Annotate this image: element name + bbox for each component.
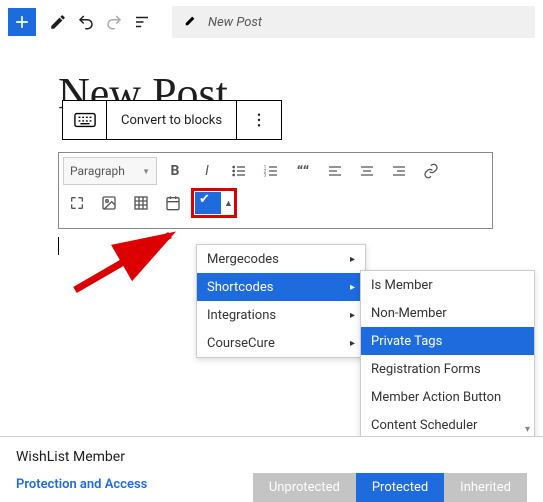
block-toolbar: Convert to blocks (62, 100, 282, 140)
insert-image-button[interactable] (95, 189, 123, 217)
wishlist-submenu: Mergecodes▸ Shortcodes▸ Integrations▸ Co… (196, 244, 366, 358)
protected-button[interactable]: Protected (356, 473, 444, 502)
keyboard-icon[interactable] (63, 101, 107, 139)
wishlist-panel: WishList Member Protection and Access Un… (0, 436, 543, 502)
undo-icon[interactable] (72, 8, 100, 36)
align-center-button[interactable] (353, 157, 381, 185)
menu-item-shortcodes[interactable]: Shortcodes▸ (197, 273, 365, 301)
redo-icon[interactable] (100, 8, 128, 36)
unprotected-button[interactable]: Unprotected (253, 473, 356, 502)
menu-item-is-member[interactable]: Is Member (361, 271, 534, 299)
edit-icon[interactable] (44, 8, 72, 36)
menu-item-content-scheduler[interactable]: Content Scheduler (361, 411, 534, 439)
menu-item-coursecure[interactable]: CourseCure▸ (197, 329, 365, 357)
quote-button[interactable]: ““ (289, 157, 317, 185)
menu-item-private-tags[interactable]: Private Tags (361, 327, 534, 355)
menu-item-mergecodes[interactable]: Mergecodes▸ (197, 245, 365, 273)
more-options-button[interactable] (237, 101, 281, 139)
bold-button[interactable]: B (161, 157, 189, 185)
add-block-button[interactable] (8, 8, 36, 36)
shortcodes-submenu: Is Member Non-Member Private Tags Regist… (360, 270, 535, 440)
menu-item-integrations[interactable]: Integrations▸ (197, 301, 365, 329)
numbered-list-button[interactable]: 123 (257, 157, 285, 185)
wishlist-menu-button[interactable]: ▲ (191, 188, 237, 218)
italic-button[interactable]: I (193, 157, 221, 185)
inherited-button[interactable]: Inherited (444, 473, 527, 502)
calendar-button[interactable] (159, 189, 187, 217)
top-toolbar: New Post (0, 0, 543, 44)
link-button[interactable] (417, 157, 445, 185)
table-button[interactable] (127, 189, 155, 217)
annotation-arrow (70, 230, 190, 300)
post-title-text: New Post (208, 15, 262, 30)
svg-text:3: 3 (264, 172, 267, 178)
pen-icon (184, 13, 198, 31)
tab-protection-access[interactable]: Protection and Access (0, 469, 163, 502)
scroll-hint-icon: ▾ (525, 424, 530, 435)
menu-item-member-action-button[interactable]: Member Action Button (361, 383, 534, 411)
paragraph-select[interactable]: Paragraph (63, 157, 157, 185)
classic-editor-toolbar: Paragraph B I 123 ““ ▲ (58, 152, 493, 229)
align-left-button[interactable] (321, 157, 349, 185)
fullscreen-button[interactable] (63, 189, 91, 217)
menu-item-non-member[interactable]: Non-Member (361, 299, 534, 327)
post-title-field[interactable]: New Post (172, 6, 535, 38)
align-right-button[interactable] (385, 157, 413, 185)
outline-icon[interactable] (128, 8, 156, 36)
bullet-list-button[interactable] (225, 157, 253, 185)
wishlist-panel-title: WishList Member (0, 437, 543, 469)
menu-item-registration-forms[interactable]: Registration Forms (361, 355, 534, 383)
editor-canvas: New Post Convert to blocks Paragraph B I… (0, 44, 543, 259)
convert-to-blocks-button[interactable]: Convert to blocks (107, 101, 237, 139)
